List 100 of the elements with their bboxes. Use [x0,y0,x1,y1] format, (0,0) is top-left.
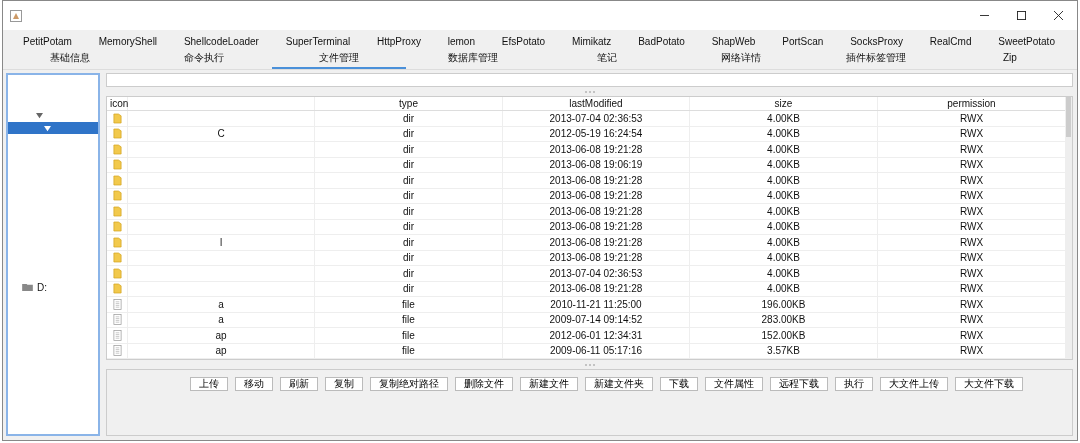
action-button[interactable]: 执行 [835,377,873,391]
table-cell: dir [315,173,503,188]
plugin-tab[interactable]: SocksProxy [850,35,903,47]
table-cell: file [315,328,503,343]
column-header[interactable]: size [690,97,878,110]
table-cell: dir [315,157,503,172]
action-button[interactable]: 上传 [190,377,228,391]
scrollbar-thumb[interactable] [1066,97,1071,137]
table-cell-text: RWX [958,282,985,296]
table-cell: 4.00KB [690,188,878,203]
plugin-tab[interactable]: RealCmd [929,35,972,47]
table-cell: 4.00KB [690,142,878,157]
file-icon [113,345,122,357]
plugin-tab[interactable]: Mimikatz [571,35,612,47]
tab[interactable]: 网络详情 [674,49,809,69]
table-cell: dir [315,250,503,265]
plugin-tab[interactable]: ShapWeb [711,35,756,47]
table-cell-text: RWX [958,251,985,265]
table-cell: 2013-07-04 02:36:53 [503,266,690,281]
folder-icon [113,128,122,140]
close-icon[interactable] [1054,11,1063,20]
folder-icon [113,236,122,248]
table-cell: 2012-06-01 12:34:31 [503,328,690,343]
plugin-tab[interactable]: EfsPotato [501,35,546,47]
table-cell: 2013-06-08 19:21:28 [503,250,690,265]
table-cell: 4.00KB [690,281,878,296]
plugin-tab[interactable]: HttpProxy [377,35,421,47]
table-cell: 2009-07-14 09:14:52 [503,312,690,327]
tab[interactable]: 插件标签管理 [808,49,943,69]
table-cell-text: RWX [958,297,985,312]
action-button[interactable]: 文件属性 [705,377,763,391]
table-cell: C [217,128,225,140]
tab[interactable]: 文件管理 [271,49,406,69]
column-header[interactable]: lastModified [503,97,690,110]
action-button[interactable]: 移动 [235,377,273,391]
column-header[interactable]: type [315,97,503,110]
splitter-handle[interactable] [584,363,595,366]
table-cell: ap [215,329,227,341]
file-icon [113,329,122,341]
table-cell: 4.00KB [690,235,878,250]
table-cell-text: RWX [958,266,985,281]
plugin-tab[interactable]: MemoryShell [98,35,158,47]
action-button[interactable]: 新建文件 [520,377,578,391]
table-cell: 2013-06-08 19:21:28 [503,235,690,250]
column-header[interactable]: permission [878,97,1065,110]
table-cell: 4.00KB [690,219,878,234]
table-cell: 4.00KB [690,126,878,141]
action-button[interactable]: 远程下载 [770,377,828,391]
folder-icon [113,205,122,217]
table-cell: dir [315,188,503,203]
action-button[interactable]: 下载 [660,377,698,391]
table-cell: 152.00KB [690,328,878,343]
table-cell-text: RWX [958,111,985,126]
table-cell: ap [215,345,227,357]
tree-label: D: [37,281,47,293]
tab[interactable]: 笔记 [540,49,675,69]
table-cell: 2013-06-08 19:21:28 [503,204,690,219]
action-button[interactable]: 删除文件 [455,377,513,391]
maximize-icon[interactable] [1017,11,1026,20]
tab[interactable]: 数据库管理 [405,49,540,69]
action-button[interactable]: 复制绝对路径 [370,377,448,391]
table-cell: 2013-06-08 19:21:28 [503,142,690,157]
table-cell: file [315,343,503,358]
splitter-handle[interactable] [584,90,595,93]
table-cell: 2013-06-08 19:21:28 [503,281,690,296]
tab[interactable]: 基础信息 [3,49,138,69]
action-button[interactable]: 复制 [325,377,363,391]
action-button[interactable]: 大文件上传 [880,377,948,391]
plugin-tab[interactable]: SuperTerminal [285,35,351,47]
table-cell: 2013-06-08 19:21:28 [503,173,690,188]
table-cell: 2010-11-21 11:25:00 [503,297,690,312]
table-cell: dir [315,111,503,126]
column-header[interactable]: icon [107,97,128,110]
expand-arrow-icon[interactable] [36,111,43,119]
plugin-tab[interactable]: ShellcodeLoader [183,35,259,47]
path-field[interactable] [106,73,1073,87]
tab[interactable]: Zip [942,49,1077,69]
table-cell: dir [315,281,503,296]
table-cell: dir [315,126,503,141]
table-cell: file [315,297,503,312]
table-cell: 4.00KB [690,173,878,188]
tree-item[interactable]: D: [8,281,98,293]
table-cell: dir [315,142,503,157]
file-icon [113,298,122,310]
tab[interactable]: 命令执行 [137,49,272,69]
table-cell: 2012-05-19 16:24:54 [503,126,690,141]
action-button[interactable]: 新建文件夹 [585,377,653,391]
plugin-tab[interactable]: PetitPotam [23,35,72,47]
plugin-tab[interactable]: lemon [447,35,475,47]
action-button[interactable]: 刷新 [280,377,318,391]
plugin-tab[interactable]: BadPotato [638,35,685,47]
table-cell: dir [315,266,503,281]
table-cell-text: RWX [958,173,985,188]
action-button[interactable]: 大文件下载 [955,377,1023,391]
plugin-tab[interactable]: PortScan [782,35,824,47]
table-cell: 2013-07-04 02:36:53 [503,111,690,126]
expand-arrow-icon[interactable] [44,124,51,132]
plugin-tab[interactable]: SweetPotato [998,35,1055,47]
folder-icon [113,190,122,202]
file-icon [113,314,122,326]
